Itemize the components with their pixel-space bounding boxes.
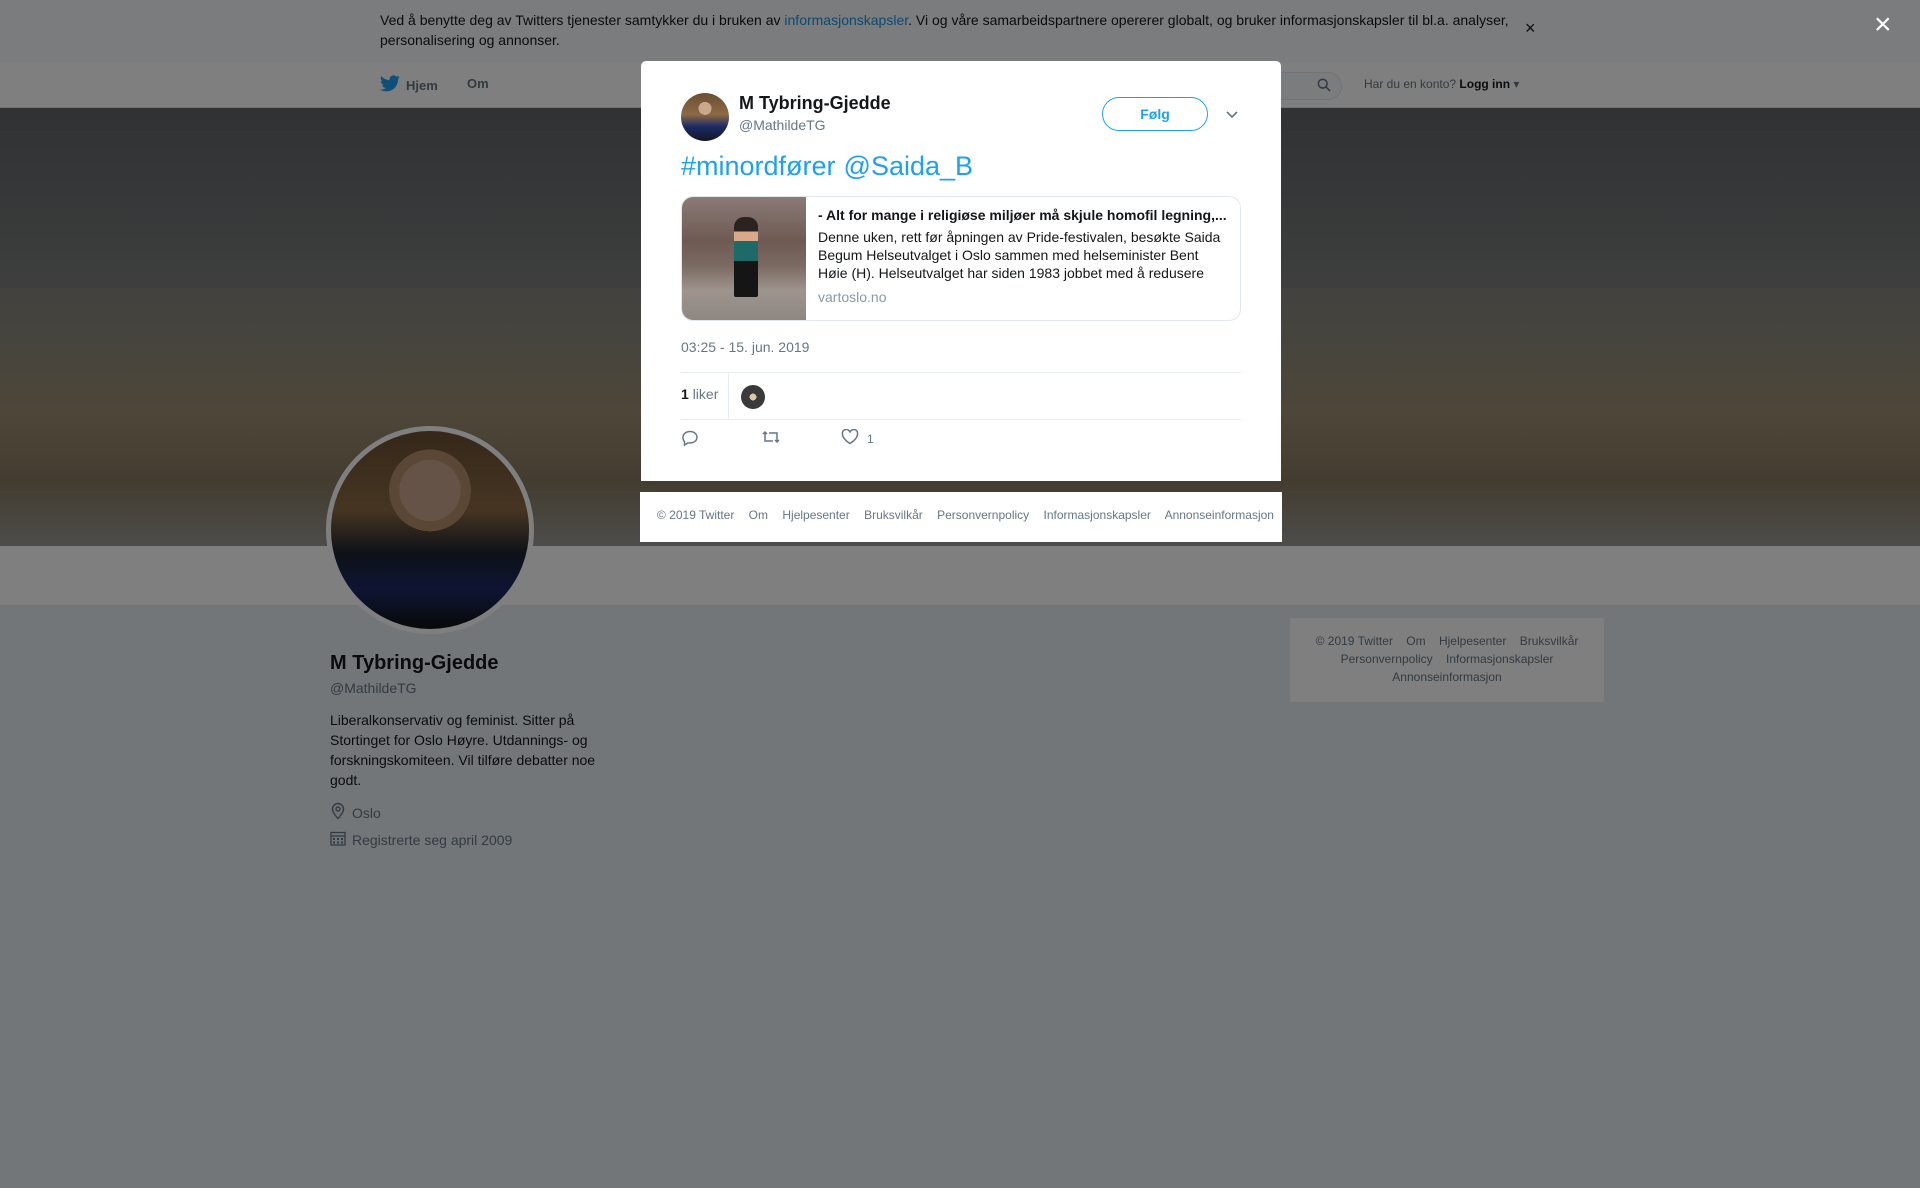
close-icon[interactable]: × [1874,10,1892,40]
card-domain: vartoslo.no [818,289,887,305]
reply-icon [681,429,699,450]
link-card[interactable]: - Alt for mange i religiøse miljøer må s… [681,196,1241,321]
heart-icon [841,428,859,448]
liker-avatar[interactable] [741,385,765,409]
like-count: 1 [867,431,874,446]
footer-link-help[interactable]: Hjelpesenter [782,508,849,522]
modal-footer: © 2019 Twitter Om Hjelpesenter Bruksvilk… [640,492,1282,542]
card-image [682,197,806,320]
tweet-author-handle[interactable]: @MathildeTG [739,117,826,133]
footer-link-privacy[interactable]: Personvernpolicy [937,508,1029,522]
reply-button[interactable] [681,429,699,450]
footer-link-about[interactable]: Om [749,508,768,522]
card-image-person [734,217,758,297]
tweet-author-avatar[interactable] [681,93,729,141]
tweet-stats: 1 liker [681,372,1241,420]
mention-link[interactable]: @Saida_B [844,151,974,181]
footer-copyright: © 2019 Twitter [657,508,735,522]
likes-stat[interactable]: 1 liker [681,386,718,402]
likes-label: liker [692,386,719,402]
retweet-button[interactable] [761,429,781,448]
hashtag-link[interactable]: #minordfører [681,151,836,181]
retweet-icon [761,429,781,448]
card-title: - Alt for mange i religiøse miljøer må s… [818,207,1227,223]
likes-count: 1 [681,386,689,402]
tweet-text: #minordfører @Saida_B [681,151,981,182]
tweet-actions: 1 [681,428,981,459]
like-button[interactable]: 1 [841,428,874,448]
follow-button[interactable]: Følg [1102,97,1208,131]
footer-link-cookies[interactable]: Informasjonskapsler [1044,508,1151,522]
tweet-timestamp[interactable]: 03:25 - 15. jun. 2019 [681,339,809,355]
tweet-author-name[interactable]: M Tybring-Gjedde [739,93,891,114]
card-description: Denne uken, rett før åpningen av Pride-f… [818,229,1221,281]
chevron-down-icon[interactable] [1225,107,1239,125]
stats-divider [728,373,729,419]
footer-link-terms[interactable]: Bruksvilkår [864,508,923,522]
tweet-modal: M Tybring-Gjedde @MathildeTG Følg #minor… [641,61,1281,481]
footer-link-ads[interactable]: Annonseinformasjon [1165,508,1274,522]
